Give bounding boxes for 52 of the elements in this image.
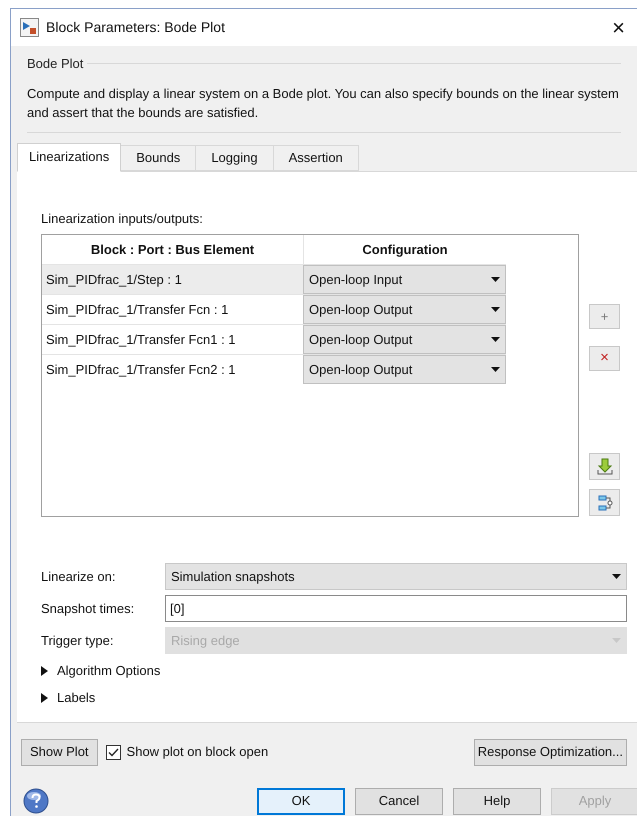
dialog-button[interactable]: OK [257,788,345,814]
io-label: Linearization inputs/outputs: [41,210,204,228]
dialog-button[interactable]: Help [453,788,541,814]
configuration-dropdown[interactable]: Open-loop Output [303,295,506,324]
remove-button[interactable]: × [589,346,620,371]
table-cell-text: Sim_PIDfrac_1/Step : 1 [45,270,183,289]
table-row[interactable]: Sim_PIDfrac_1/Transfer Fcn1 : 1 Open-loop Output [42,324,506,354]
column-header: Block : Port : Bus Element [90,240,256,259]
table-cell-text: Sim_PIDfrac_1/Transfer Fcn1 : 1 [45,330,237,349]
field-label: Snapshot times: [41,600,136,618]
expand-arrow-icon [41,666,48,676]
dialog-button[interactable]: Cancel [355,788,443,814]
tab[interactable]: Assertion [274,144,359,170]
table-row[interactable]: Sim_PIDfrac_1/Transfer Fcn : 1 Open-loop Output [42,294,506,324]
description: Compute and display a linear system on a Bode plot. You can also specify bounds on the linear system and assert that the bounds are satisfied. [27,84,620,122]
close-button[interactable]: × [612,16,625,38]
response-optimization-button[interactable]: Response Optimization... [474,738,627,766]
show-plot-checkbox[interactable]: Show plot on block open [106,742,268,762]
table-cell-text: Sim_PIDfrac_1/Transfer Fcn2 : 1 [45,360,237,379]
table-cell-text: Sim_PIDfrac_1/Transfer Fcn : 1 [45,300,230,319]
window-title: Block Parameters: Bode Plot [46,18,225,37]
table-row[interactable]: Sim_PIDfrac_1/Step : 1 Open-loop Input [42,264,506,294]
add-button[interactable]: + [589,304,620,329]
dropdown-caret-icon [612,638,621,643]
configuration-dropdown[interactable]: Open-loop Output [303,325,506,354]
group-title: Bode Plot [27,55,84,73]
dropdown-caret-icon [491,307,500,312]
help-icon [23,788,49,814]
import-button[interactable] [589,453,620,480]
dropdown[interactable]: Simulation snapshots [165,563,627,590]
select-signals-button[interactable] [589,489,620,516]
field-label: Linearize on: [41,568,116,586]
expand-arrow-icon [41,692,48,702]
dropdown-caret-icon [491,337,500,342]
download-arrow-icon [596,458,612,475]
tab[interactable]: Logging [196,144,274,170]
tab[interactable]: Linearizations [17,142,122,172]
tab[interactable]: Bounds [121,144,196,170]
checkmark-icon [108,748,119,756]
table-row[interactable]: Sim_PIDfrac_1/Transfer Fcn2 : 1 Open-loop Output [42,354,506,384]
field-label: Trigger type: [41,632,114,650]
block-diagram-icon [596,494,612,510]
section-toggle[interactable]: Labels [41,688,637,707]
dropdown-caret-icon [612,574,621,579]
app-icon [20,18,39,37]
show-plot-button[interactable]: Show Plot [21,738,98,766]
configuration-dropdown[interactable]: Open-loop Output [303,355,506,384]
dropdown-caret-icon [491,277,500,282]
section-toggle[interactable]: Algorithm Options [41,661,637,680]
input-field[interactable]: [0] [165,595,627,622]
dropdown-caret-icon [491,367,500,372]
configuration-dropdown[interactable]: Open-loop Input [303,265,506,294]
